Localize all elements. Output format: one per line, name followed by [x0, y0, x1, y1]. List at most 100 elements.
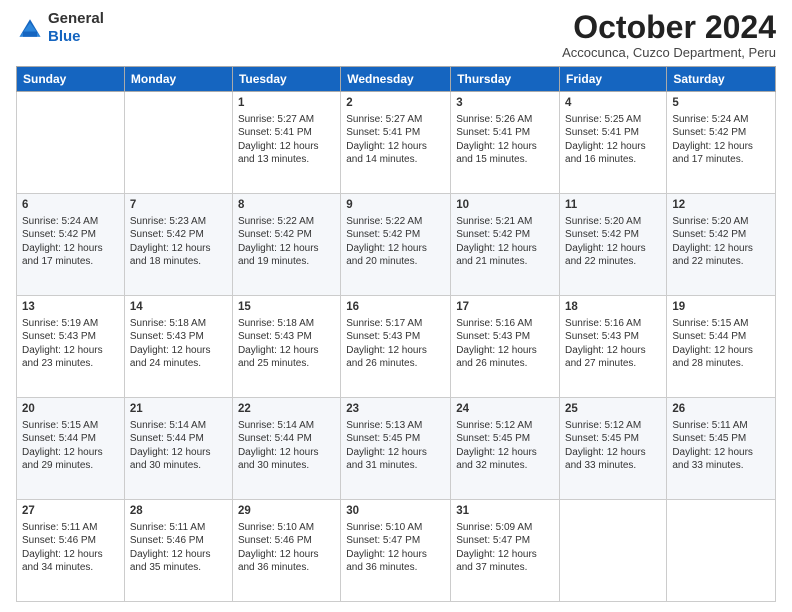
day-info: Sunrise: 5:10 AM Sunset: 5:47 PM Dayligh… [346, 521, 445, 575]
table-row: 30Sunrise: 5:10 AM Sunset: 5:47 PM Dayli… [341, 500, 451, 602]
day-info: Sunrise: 5:11 AM Sunset: 5:46 PM Dayligh… [130, 521, 227, 575]
col-saturday: Saturday [667, 67, 776, 92]
day-info: Sunrise: 5:23 AM Sunset: 5:42 PM Dayligh… [130, 215, 227, 269]
day-number: 19 [672, 300, 770, 316]
day-number: 8 [238, 198, 335, 214]
day-number: 20 [22, 402, 119, 418]
table-row: 28Sunrise: 5:11 AM Sunset: 5:46 PM Dayli… [124, 500, 232, 602]
col-wednesday: Wednesday [341, 67, 451, 92]
col-thursday: Thursday [451, 67, 560, 92]
day-info: Sunrise: 5:10 AM Sunset: 5:46 PM Dayligh… [238, 521, 335, 575]
day-number: 18 [565, 300, 661, 316]
calendar-week-row: 13Sunrise: 5:19 AM Sunset: 5:43 PM Dayli… [17, 296, 776, 398]
calendar-week-row: 6Sunrise: 5:24 AM Sunset: 5:42 PM Daylig… [17, 194, 776, 296]
day-info: Sunrise: 5:25 AM Sunset: 5:41 PM Dayligh… [565, 113, 661, 167]
table-row: 6Sunrise: 5:24 AM Sunset: 5:42 PM Daylig… [17, 194, 125, 296]
day-info: Sunrise: 5:12 AM Sunset: 5:45 PM Dayligh… [456, 419, 554, 473]
day-info: Sunrise: 5:16 AM Sunset: 5:43 PM Dayligh… [565, 317, 661, 371]
table-row [17, 92, 125, 194]
table-row: 17Sunrise: 5:16 AM Sunset: 5:43 PM Dayli… [451, 296, 560, 398]
day-info: Sunrise: 5:16 AM Sunset: 5:43 PM Dayligh… [456, 317, 554, 371]
table-row: 7Sunrise: 5:23 AM Sunset: 5:42 PM Daylig… [124, 194, 232, 296]
table-row: 16Sunrise: 5:17 AM Sunset: 5:43 PM Dayli… [341, 296, 451, 398]
day-number: 13 [22, 300, 119, 316]
table-row: 19Sunrise: 5:15 AM Sunset: 5:44 PM Dayli… [667, 296, 776, 398]
day-info: Sunrise: 5:09 AM Sunset: 5:47 PM Dayligh… [456, 521, 554, 575]
table-row: 11Sunrise: 5:20 AM Sunset: 5:42 PM Dayli… [560, 194, 667, 296]
day-info: Sunrise: 5:14 AM Sunset: 5:44 PM Dayligh… [238, 419, 335, 473]
day-info: Sunrise: 5:14 AM Sunset: 5:44 PM Dayligh… [130, 419, 227, 473]
table-row: 2Sunrise: 5:27 AM Sunset: 5:41 PM Daylig… [341, 92, 451, 194]
day-info: Sunrise: 5:17 AM Sunset: 5:43 PM Dayligh… [346, 317, 445, 371]
day-number: 29 [238, 504, 335, 520]
table-row: 4Sunrise: 5:25 AM Sunset: 5:41 PM Daylig… [560, 92, 667, 194]
table-row: 14Sunrise: 5:18 AM Sunset: 5:43 PM Dayli… [124, 296, 232, 398]
day-number: 31 [456, 504, 554, 520]
day-number: 4 [565, 96, 661, 112]
day-info: Sunrise: 5:19 AM Sunset: 5:43 PM Dayligh… [22, 317, 119, 371]
table-row: 26Sunrise: 5:11 AM Sunset: 5:45 PM Dayli… [667, 398, 776, 500]
day-number: 2 [346, 96, 445, 112]
table-row: 10Sunrise: 5:21 AM Sunset: 5:42 PM Dayli… [451, 194, 560, 296]
day-info: Sunrise: 5:11 AM Sunset: 5:46 PM Dayligh… [22, 521, 119, 575]
logo-text: General Blue [48, 10, 104, 46]
day-info: Sunrise: 5:22 AM Sunset: 5:42 PM Dayligh… [238, 215, 335, 269]
table-row: 23Sunrise: 5:13 AM Sunset: 5:45 PM Dayli… [341, 398, 451, 500]
day-info: Sunrise: 5:20 AM Sunset: 5:42 PM Dayligh… [565, 215, 661, 269]
table-row: 20Sunrise: 5:15 AM Sunset: 5:44 PM Dayli… [17, 398, 125, 500]
day-number: 3 [456, 96, 554, 112]
month-title: October 2024 [562, 10, 776, 45]
day-info: Sunrise: 5:18 AM Sunset: 5:43 PM Dayligh… [130, 317, 227, 371]
table-row: 21Sunrise: 5:14 AM Sunset: 5:44 PM Dayli… [124, 398, 232, 500]
page: General Blue October 2024 Accocunca, Cuz… [0, 0, 792, 612]
table-row: 12Sunrise: 5:20 AM Sunset: 5:42 PM Dayli… [667, 194, 776, 296]
day-number: 21 [130, 402, 227, 418]
day-info: Sunrise: 5:27 AM Sunset: 5:41 PM Dayligh… [238, 113, 335, 167]
table-row: 31Sunrise: 5:09 AM Sunset: 5:47 PM Dayli… [451, 500, 560, 602]
table-row: 5Sunrise: 5:24 AM Sunset: 5:42 PM Daylig… [667, 92, 776, 194]
col-tuesday: Tuesday [232, 67, 340, 92]
day-info: Sunrise: 5:15 AM Sunset: 5:44 PM Dayligh… [672, 317, 770, 371]
col-friday: Friday [560, 67, 667, 92]
logo-blue: Blue [48, 28, 104, 46]
day-number: 12 [672, 198, 770, 214]
day-number: 10 [456, 198, 554, 214]
table-row: 29Sunrise: 5:10 AM Sunset: 5:46 PM Dayli… [232, 500, 340, 602]
day-info: Sunrise: 5:11 AM Sunset: 5:45 PM Dayligh… [672, 419, 770, 473]
day-info: Sunrise: 5:18 AM Sunset: 5:43 PM Dayligh… [238, 317, 335, 371]
table-row: 24Sunrise: 5:12 AM Sunset: 5:45 PM Dayli… [451, 398, 560, 500]
table-row: 25Sunrise: 5:12 AM Sunset: 5:45 PM Dayli… [560, 398, 667, 500]
calendar-week-row: 1Sunrise: 5:27 AM Sunset: 5:41 PM Daylig… [17, 92, 776, 194]
table-row: 3Sunrise: 5:26 AM Sunset: 5:41 PM Daylig… [451, 92, 560, 194]
day-number: 26 [672, 402, 770, 418]
day-info: Sunrise: 5:24 AM Sunset: 5:42 PM Dayligh… [22, 215, 119, 269]
day-number: 14 [130, 300, 227, 316]
logo-icon [16, 14, 44, 42]
day-number: 6 [22, 198, 119, 214]
table-row: 1Sunrise: 5:27 AM Sunset: 5:41 PM Daylig… [232, 92, 340, 194]
calendar-week-row: 27Sunrise: 5:11 AM Sunset: 5:46 PM Dayli… [17, 500, 776, 602]
day-number: 16 [346, 300, 445, 316]
calendar-header-row: Sunday Monday Tuesday Wednesday Thursday… [17, 67, 776, 92]
day-info: Sunrise: 5:12 AM Sunset: 5:45 PM Dayligh… [565, 419, 661, 473]
day-number: 5 [672, 96, 770, 112]
calendar-week-row: 20Sunrise: 5:15 AM Sunset: 5:44 PM Dayli… [17, 398, 776, 500]
day-number: 1 [238, 96, 335, 112]
day-number: 11 [565, 198, 661, 214]
day-number: 25 [565, 402, 661, 418]
table-row: 15Sunrise: 5:18 AM Sunset: 5:43 PM Dayli… [232, 296, 340, 398]
day-number: 30 [346, 504, 445, 520]
table-row: 13Sunrise: 5:19 AM Sunset: 5:43 PM Dayli… [17, 296, 125, 398]
table-row [667, 500, 776, 602]
day-number: 7 [130, 198, 227, 214]
day-info: Sunrise: 5:15 AM Sunset: 5:44 PM Dayligh… [22, 419, 119, 473]
col-monday: Monday [124, 67, 232, 92]
day-info: Sunrise: 5:26 AM Sunset: 5:41 PM Dayligh… [456, 113, 554, 167]
table-row: 18Sunrise: 5:16 AM Sunset: 5:43 PM Dayli… [560, 296, 667, 398]
day-info: Sunrise: 5:27 AM Sunset: 5:41 PM Dayligh… [346, 113, 445, 167]
table-row [124, 92, 232, 194]
subtitle: Accocunca, Cuzco Department, Peru [562, 45, 776, 60]
day-number: 27 [22, 504, 119, 520]
day-number: 22 [238, 402, 335, 418]
day-number: 15 [238, 300, 335, 316]
